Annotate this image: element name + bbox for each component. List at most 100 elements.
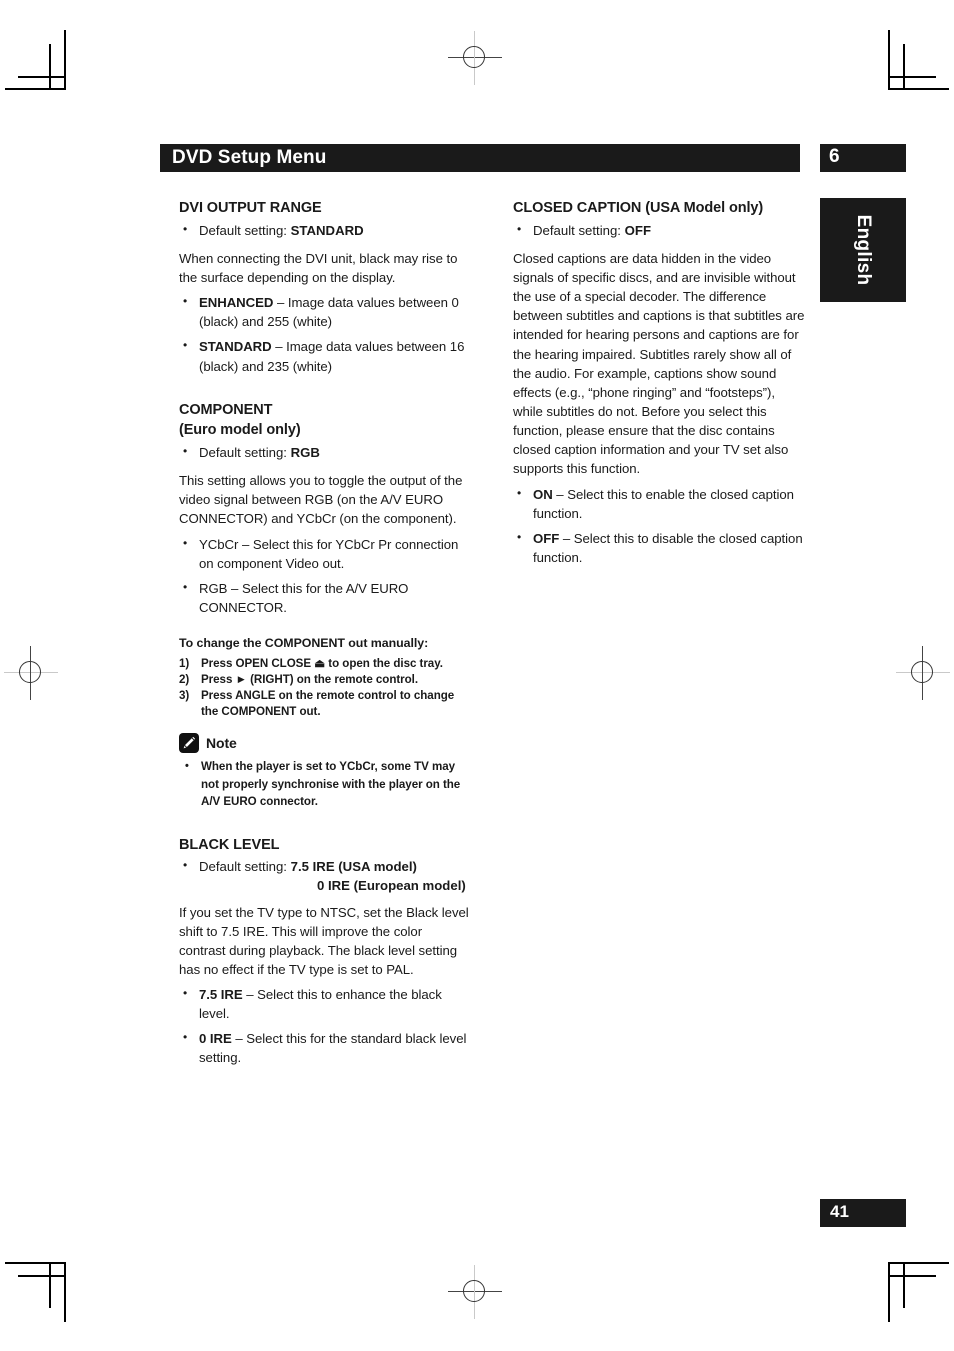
component-option-term-0: YCbCr <box>199 536 239 552</box>
crop-mark-bottom-right-outer-v <box>888 1262 890 1322</box>
registration-mark-right-ring <box>911 661 933 683</box>
component-heading: COMPONENT <box>179 401 273 418</box>
list-item: RGB – Select this for the A/V EURO CONNE… <box>179 579 471 617</box>
closed-caption-option-list: ON – Select this to enable the closed ca… <box>513 485 805 568</box>
registration-mark-bottom <box>448 1265 502 1319</box>
component-default-value: RGB <box>290 445 320 461</box>
black-level-option-desc-1: – Select this for the standard black lev… <box>199 1031 467 1066</box>
chapter-number: 6 <box>829 146 840 167</box>
section-closed-caption: CLOSED CAPTION (USA Model only) Default … <box>513 200 805 567</box>
list-item: Press ANGLE on the remote control to cha… <box>179 688 455 718</box>
list-item: 7.5 IRE – Select this to enhance the bla… <box>179 985 471 1023</box>
registration-mark-left-ring <box>19 661 41 683</box>
dvi-default-label: Default setting: <box>199 222 291 238</box>
list-item: ENHANCED – Image data values between 0 (… <box>179 293 471 331</box>
list-item: 0 IRE – Select this for the standard bla… <box>179 1029 471 1067</box>
registration-mark-right <box>896 646 950 700</box>
note-label: Note <box>206 735 237 752</box>
closed-caption-default-value: OFF <box>624 222 652 238</box>
crop-mark-bottom-right-outer-h <box>889 1262 949 1264</box>
closed-caption-body-text: Closed captions are data hidden in the v… <box>513 250 805 477</box>
crop-mark-top-left-outer-v <box>64 30 66 90</box>
crop-mark-bottom-right-inner-v <box>903 1262 905 1308</box>
pencil-icon <box>179 733 199 754</box>
crop-mark-top-left-inner-v <box>49 44 51 90</box>
procedure-spacer <box>179 617 471 635</box>
list-item: When the player is set to YCbCr, some TV… <box>179 758 471 810</box>
note-block: Note When the player is set to YCbCr, so… <box>179 733 471 810</box>
closed-caption-default-label: Default setting: <box>533 222 625 238</box>
section-component: COMPONENT (Euro model only) Default sett… <box>179 402 471 811</box>
registration-mark-top <box>448 31 502 85</box>
document-page: DVD Setup Menu 6 English 41 DVI OUTPUT R… <box>0 0 954 1351</box>
crop-mark-bottom-left-inner-v <box>49 1262 51 1308</box>
dvi-option-list: ENHANCED – Image data values between 0 (… <box>179 293 471 376</box>
crop-mark-bottom-left-outer-h <box>5 1262 65 1264</box>
list-item: OFF – Select this to disable the closed … <box>513 529 805 567</box>
crop-mark-bottom-left-inner-h <box>18 1275 64 1277</box>
component-procedure-steps: Press OPEN CLOSE ⏏ to open the disc tray… <box>179 656 471 719</box>
dvi-heading: DVI OUTPUT RANGE <box>179 200 322 216</box>
left-content-column: DVI OUTPUT RANGE Default setting: STANDA… <box>179 200 471 1068</box>
black-level-body-text: If you set the TV type to NTSC, set the … <box>179 904 469 977</box>
language-tab: English <box>820 198 906 302</box>
dvi-option-term-0: ENHANCED <box>199 295 274 311</box>
black-level-option-list: 7.5 IRE – Select this to enhance the bla… <box>179 985 471 1068</box>
page-number: 41 <box>830 1202 849 1221</box>
component-body-text: This setting allows you to toggle the ou… <box>179 473 463 527</box>
component-option-desc-0: – Select this for YCbCr Pr connection on… <box>199 536 459 571</box>
list-item: STANDARD – Image data values between 16 … <box>179 337 471 375</box>
section-dvi-output-range: DVI OUTPUT RANGE Default setting: STANDA… <box>179 200 471 376</box>
component-default-setting: Default setting: RGB <box>179 443 471 462</box>
crop-mark-top-right-inner-v <box>903 44 905 90</box>
dvi-option-term-1: STANDARD <box>199 339 272 355</box>
closed-caption-option-desc-1: – Select this to disable the closed capt… <box>533 530 803 565</box>
crop-mark-top-right-inner-h <box>890 76 936 78</box>
closed-caption-option-term-0: ON <box>533 486 553 502</box>
black-level-default-value-line2: 0 IRE (European model) <box>317 878 466 894</box>
note-list: When the player is set to YCbCr, some TV… <box>179 758 471 810</box>
component-option-term-1: RGB <box>199 580 228 596</box>
chapter-number-badge: 6 <box>820 144 906 172</box>
note-header: Note <box>179 733 471 754</box>
component-procedure-heading: To change the COMPONENT out manually: <box>179 636 429 651</box>
black-level-default-value: 7.5 IRE (USA model) <box>290 859 417 875</box>
component-subheading: (Euro model only) <box>179 422 301 439</box>
crop-mark-top-left-outer-h <box>5 88 65 90</box>
black-level-default-label: Default setting: <box>199 859 291 875</box>
section-black-level: BLACK LEVEL Default setting: 7.5 IRE (US… <box>179 837 471 1068</box>
component-option-list: YCbCr – Select this for YCbCr Pr connect… <box>179 535 471 618</box>
right-content-column: CLOSED CAPTION (USA Model only) Default … <box>513 200 805 567</box>
crop-mark-bottom-left-outer-v <box>64 1262 66 1322</box>
crop-mark-top-right-outer-h <box>889 88 949 90</box>
dvi-default-setting: Default setting: STANDARD <box>179 221 471 240</box>
closed-caption-option-desc-0: – Select this to enable the closed capti… <box>533 486 794 521</box>
component-default-label: Default setting: <box>199 445 291 461</box>
crop-mark-top-right-outer-v <box>888 30 890 90</box>
language-tab-label: English <box>853 214 874 286</box>
registration-mark-bottom-ring <box>463 1280 485 1302</box>
list-item: YCbCr – Select this for YCbCr Pr connect… <box>179 535 471 573</box>
crop-mark-top-left-inner-h <box>18 76 64 78</box>
page-header-bar: DVD Setup Menu <box>160 144 800 172</box>
list-item: ON – Select this to enable the closed ca… <box>513 485 805 523</box>
page-title: DVD Setup Menu <box>172 147 327 168</box>
component-option-desc-1: – Select this for the A/V EURO CONNECTOR… <box>199 580 409 616</box>
page-number-badge: 41 <box>820 1199 906 1227</box>
closed-caption-option-term-1: OFF <box>533 530 560 546</box>
registration-mark-left <box>4 646 58 700</box>
black-level-option-term-1: 0 IRE <box>199 1031 232 1047</box>
dvi-default-value: STANDARD <box>290 222 364 238</box>
crop-mark-bottom-right-inner-h <box>890 1275 936 1277</box>
closed-caption-heading: CLOSED CAPTION (USA Model only) <box>513 200 764 216</box>
closed-caption-default-setting: Default setting: OFF <box>513 221 805 240</box>
list-item: Press ► (RIGHT) on the remote control. <box>179 672 419 688</box>
black-level-option-term-0: 7.5 IRE <box>199 987 243 1003</box>
black-level-default-setting: Default setting: 7.5 IRE (USA model) 0 IR… <box>179 857 471 895</box>
black-level-heading: BLACK LEVEL <box>179 836 280 853</box>
dvi-body-text: When connecting the DVI unit, black may … <box>179 250 458 285</box>
registration-mark-top-ring <box>463 46 485 68</box>
list-item: Press OPEN CLOSE ⏏ to open the disc tray… <box>179 656 443 672</box>
